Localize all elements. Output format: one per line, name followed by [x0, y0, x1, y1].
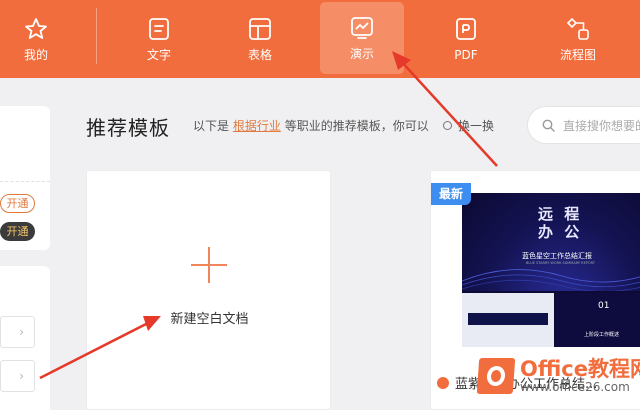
template-thumbnail[interactable]: 远 程 办 公 蓝色星空工作总结汇报 BLUE STARRY WORK SUMM…	[462, 193, 640, 347]
new-blank-document-card[interactable]: 新建空白文档	[86, 170, 331, 410]
tab-pdf-label: PDF	[454, 48, 478, 62]
thumbnail-title: 远 程 办 公	[538, 205, 583, 241]
sidebar-divider	[0, 181, 50, 182]
thumbnail-slide-3: 01 上阶段工作概述	[556, 293, 640, 347]
tab-flowchart[interactable]: 流程图	[536, 0, 620, 78]
section-title: 推荐模板	[86, 116, 170, 140]
new-badge: 最新	[431, 183, 471, 205]
watermark-title: Office教程网	[520, 357, 640, 381]
tab-separator	[96, 8, 97, 64]
watermark: Office教程网 www.office26.com	[476, 357, 640, 394]
industry-link[interactable]: 根据行业	[233, 119, 281, 133]
new-blank-document-label: 新建空白文档	[170, 312, 249, 327]
refresh-label: 换一换	[458, 119, 495, 133]
presentation-icon	[351, 17, 373, 39]
tab-spreadsheet[interactable]: 表格	[218, 0, 302, 78]
desc-prefix: 以下是	[193, 119, 230, 133]
thumbnail-cover-slide: 远 程 办 公 蓝色星空工作总结汇报 BLUE STARRY WORK SUMM…	[462, 193, 640, 291]
refresh-button[interactable]: 换一换	[443, 117, 494, 134]
thumbnail-slide-2	[462, 293, 554, 347]
thumbnail-bar	[468, 313, 548, 325]
flowchart-icon	[566, 17, 589, 40]
document-icon	[149, 18, 169, 40]
tab-writer[interactable]: 文字	[117, 0, 201, 78]
pdf-icon	[456, 18, 476, 40]
desc-suffix: 等职业的推荐模板，你可以	[284, 119, 429, 133]
tab-pdf[interactable]: PDF	[424, 0, 508, 78]
star-icon	[25, 18, 47, 39]
table-icon	[249, 18, 271, 40]
refresh-icon	[443, 121, 452, 130]
search-placeholder: 直接搜你想要的	[563, 118, 640, 133]
office-logo-icon	[476, 358, 516, 394]
tab-writer-label: 文字	[146, 48, 171, 62]
search-icon	[542, 119, 555, 132]
tab-flowchart-label: 流程图	[559, 48, 596, 62]
template-search-input[interactable]: 直接搜你想要的	[527, 106, 640, 144]
recommend-description: 以下是 根据行业 等职业的推荐模板，你可以	[193, 117, 429, 134]
chevron-right-icon: ›	[19, 369, 24, 383]
template-type-icon	[437, 376, 449, 389]
activate-vip-button[interactable]: 开通	[0, 222, 35, 241]
watermark-url: www.office26.com	[520, 380, 630, 394]
thumbnail-waves	[462, 269, 640, 291]
tab-mine[interactable]: 我的	[0, 0, 72, 78]
sidebar-item-2[interactable]: ›	[0, 360, 35, 392]
thumbnail-part-label: 上阶段工作概述	[584, 332, 620, 338]
sidebar-item-1[interactable]: ›	[0, 316, 35, 348]
activate-button[interactable]: 开通	[0, 194, 35, 213]
thumbnail-number: 01	[598, 301, 610, 311]
plus-icon	[191, 247, 227, 283]
top-navigation-bar: 我的 文字 表格 演示 PDF 流程图	[0, 0, 640, 78]
tab-spreadsheet-label: 表格	[247, 48, 272, 62]
tab-presentation-label: 演示	[349, 47, 374, 61]
chevron-right-icon: ›	[19, 325, 24, 339]
tab-mine-label: 我的	[23, 48, 48, 62]
tab-presentation[interactable]: 演示	[320, 2, 404, 74]
